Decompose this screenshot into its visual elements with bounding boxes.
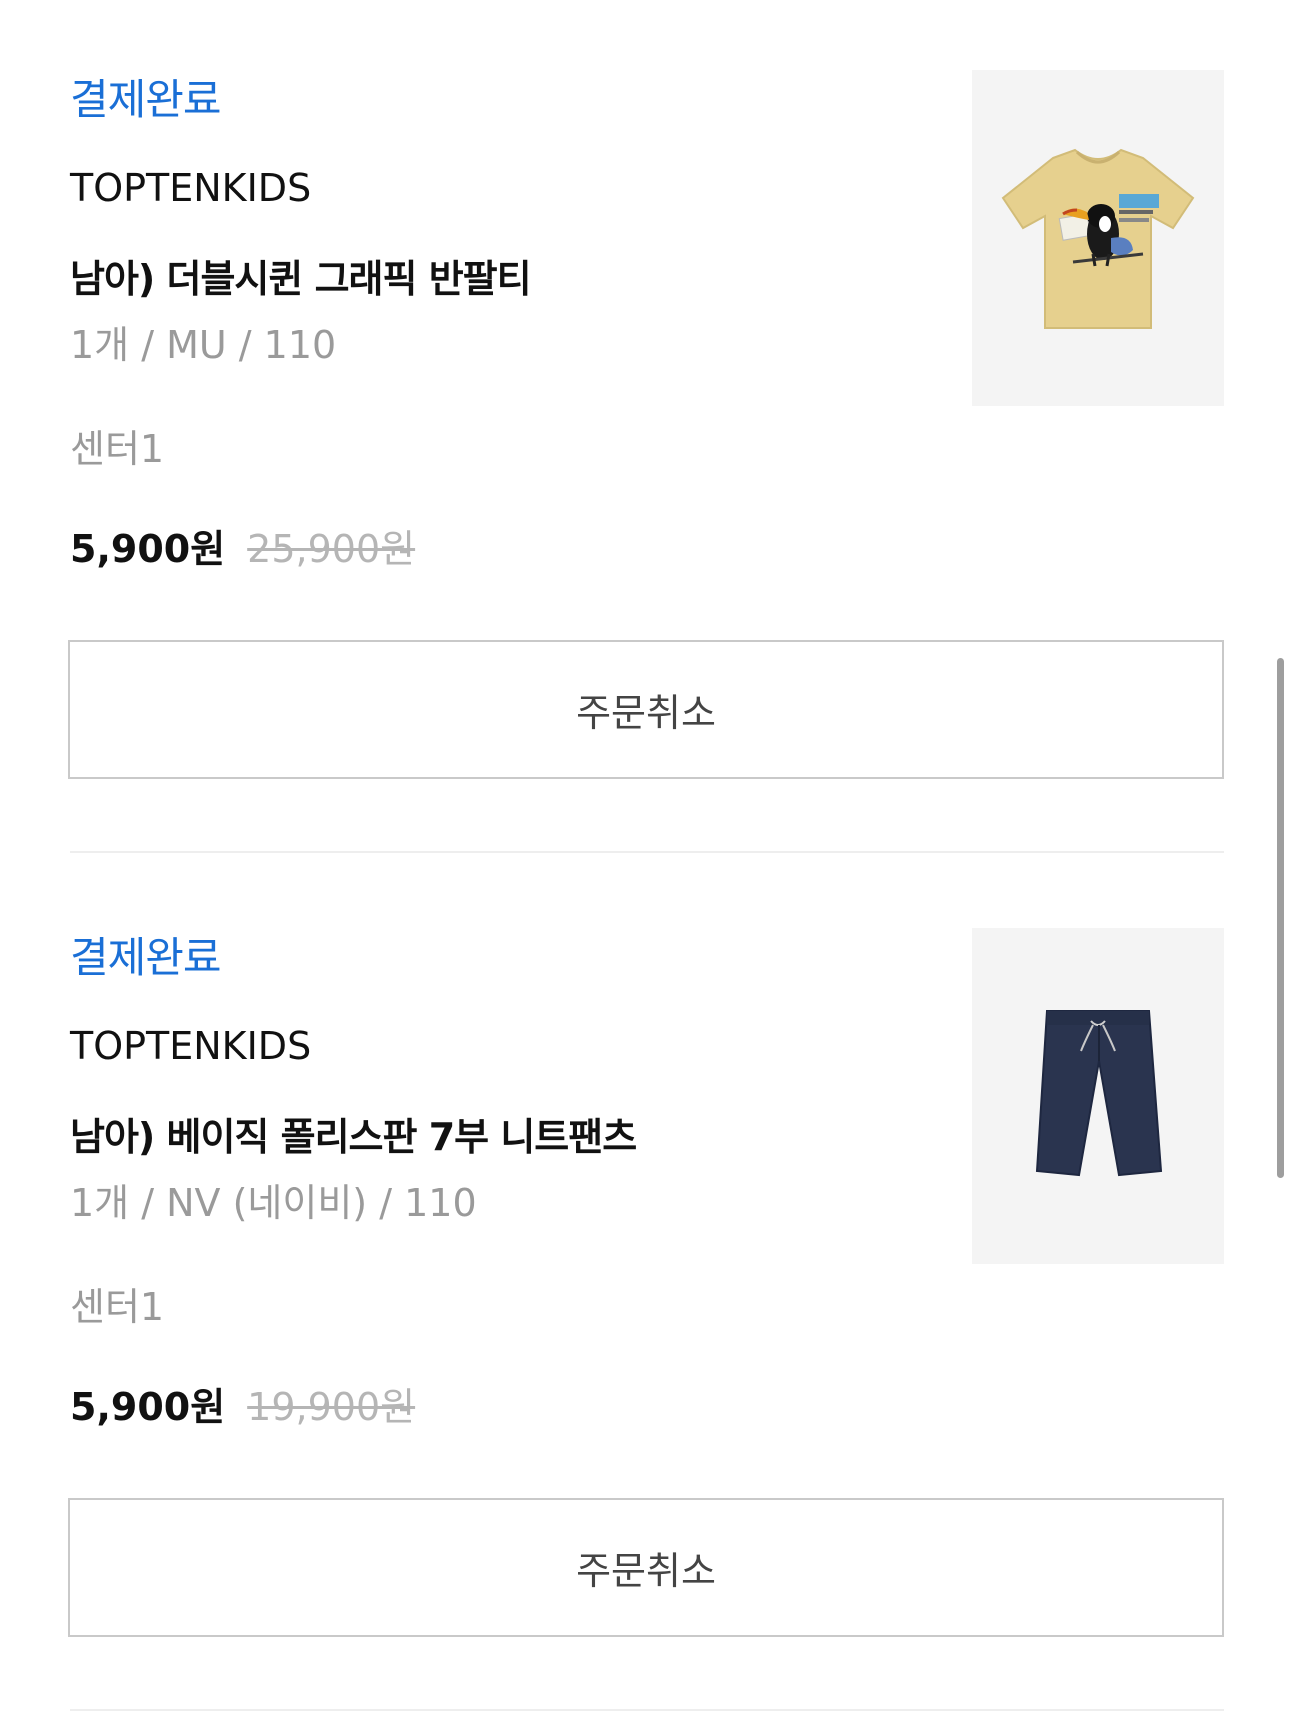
price-row: 5,900원 19,900원 <box>70 1376 415 1431</box>
product-options: 1개 / MU / 110 <box>70 323 337 367</box>
fulfillment-center: 센터1 <box>70 1285 165 1329</box>
scrollbar[interactable] <box>1277 658 1284 1178</box>
product-options: 1개 / NV (네이비) / 110 <box>70 1181 477 1225</box>
brand-name[interactable]: TOPTENKIDS <box>70 166 311 210</box>
order-status: 결제완료 <box>70 933 222 982</box>
price-row: 5,900원 25,900원 <box>70 518 415 573</box>
order-divider <box>70 851 1224 853</box>
original-price: 19,900원 <box>247 1385 416 1429</box>
navy-shorts-icon <box>1035 1010 1163 1177</box>
product-name[interactable]: 남아) 베이직 폴리스판 7부 니트팬츠 <box>70 1106 637 1161</box>
product-image[interactable] <box>972 928 1224 1264</box>
sale-price: 5,900원 <box>70 527 226 571</box>
yellow-tshirt-toucan-icon <box>1001 148 1195 329</box>
order-list-page: 결제완료 TOPTENKIDS 남아) 더블시퀸 그래픽 반팔티 1개 / MU… <box>0 0 1289 1720</box>
cancel-order-button[interactable]: 주문취소 <box>68 640 1224 779</box>
sale-price: 5,900원 <box>70 1385 226 1429</box>
product-name[interactable]: 남아) 더블시퀸 그래픽 반팔티 <box>70 248 532 303</box>
product-image[interactable] <box>972 70 1224 406</box>
original-price: 25,900원 <box>247 527 416 571</box>
fulfillment-center: 센터1 <box>70 427 165 471</box>
order-divider <box>70 1709 1224 1711</box>
brand-name[interactable]: TOPTENKIDS <box>70 1024 311 1068</box>
order-status: 결제완료 <box>70 75 222 124</box>
cancel-order-button[interactable]: 주문취소 <box>68 1498 1224 1637</box>
